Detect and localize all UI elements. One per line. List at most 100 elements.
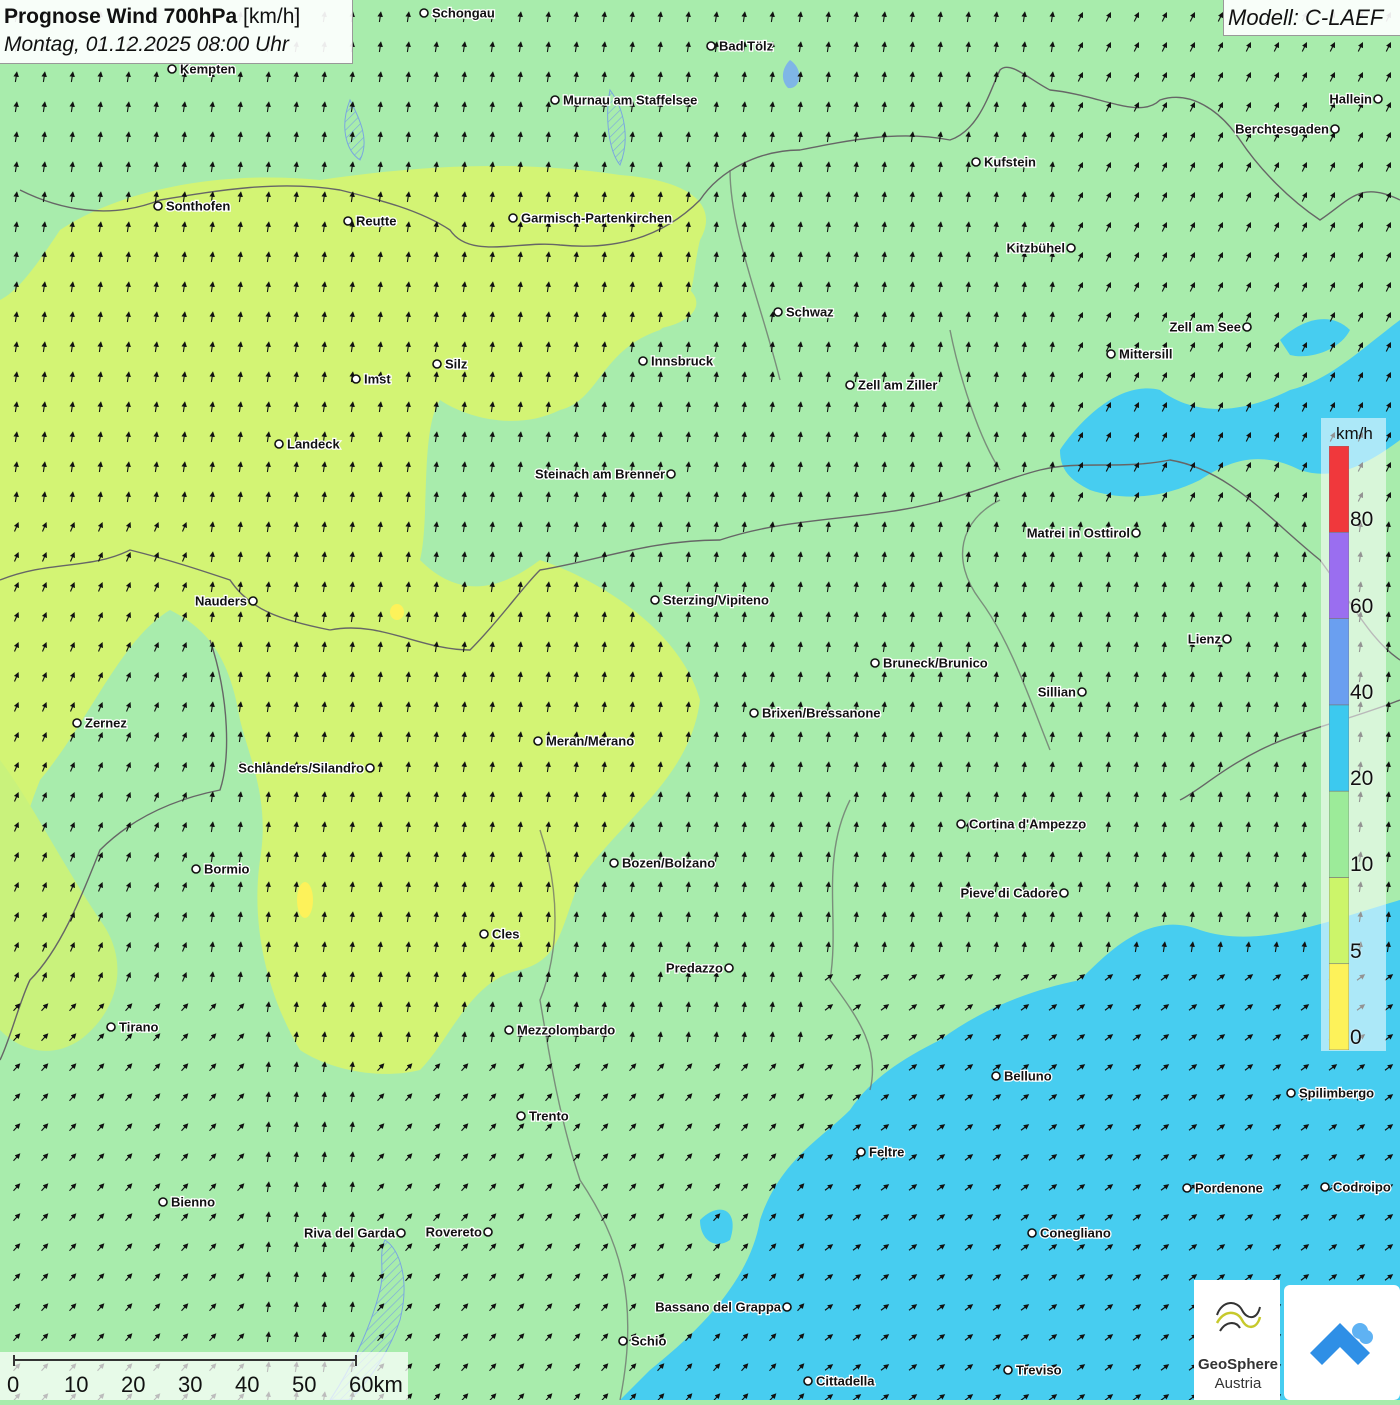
legend-unit: km/h (1336, 424, 1373, 443)
place-label: Murnau am Staffelsee (563, 93, 697, 108)
place-label: Imst (364, 372, 391, 387)
legend-tick-label: 10 (1350, 853, 1374, 877)
place-marker (971, 157, 981, 167)
app-logo-icon (1310, 1323, 1373, 1365)
legend-tick-label: 60 (1350, 594, 1374, 618)
geosphere-logo-icon (1215, 1302, 1262, 1332)
place-marker (773, 307, 783, 317)
place-marker (504, 1025, 514, 1035)
place-marker (396, 1228, 406, 1238)
place-label: Hallein (1329, 92, 1372, 107)
place-marker (650, 595, 660, 605)
place-label: Bassano del Grappa (655, 1300, 781, 1315)
place-marker (803, 1376, 813, 1386)
place-marker (153, 201, 163, 211)
place-marker (856, 1147, 866, 1157)
scale-bar (0, 1352, 408, 1400)
place-marker (1077, 687, 1087, 697)
place-marker (106, 1022, 116, 1032)
map-title-bold: Prognose Wind 700hPa (4, 5, 238, 28)
place-marker (1242, 322, 1252, 332)
legend-color-step (1329, 446, 1349, 533)
place-marker (749, 708, 759, 718)
place-marker (533, 736, 543, 746)
place-marker (618, 1336, 628, 1346)
scale-label: 50 (292, 1372, 317, 1397)
place-label: Bruneck/Brunico (883, 656, 988, 671)
place-label: Zell am Ziller (858, 378, 937, 393)
place-marker (1066, 243, 1076, 253)
place-label: Bad Tölz (719, 39, 774, 54)
place-marker (167, 64, 177, 74)
place-label: Nauders (195, 594, 247, 609)
place-label: Sonthofen (166, 199, 230, 214)
place-marker (1222, 634, 1232, 644)
place-label: Bienno (171, 1195, 215, 1210)
place-marker (550, 95, 560, 105)
place-marker (845, 380, 855, 390)
place-label: Spilimbergo (1299, 1086, 1374, 1101)
place-label: Reutte (356, 214, 396, 229)
legend-color-step (1329, 877, 1349, 965)
place-label: Schio (631, 1334, 666, 1349)
legend-color-step (1329, 790, 1349, 878)
place-label: Mittersill (1119, 347, 1172, 362)
title-box: Prognose Wind 700hPa [km/h] Montag, 01.1… (0, 0, 353, 64)
place-label: Belluno (1004, 1069, 1052, 1084)
place-label: Riva del Garda (304, 1226, 396, 1241)
place-marker (991, 1071, 1001, 1081)
legend-color-step (1329, 618, 1349, 706)
place-label: Landeck (287, 437, 341, 452)
legend-tick-label: 20 (1350, 767, 1374, 791)
place-label: Innsbruck (651, 354, 714, 369)
place-label: Kitzbühel (1007, 241, 1066, 256)
place-marker (248, 596, 258, 606)
map-title: Prognose Wind 700hPa [km/h] (4, 5, 300, 29)
scale-line (13, 1355, 357, 1366)
legend-color-step (1329, 531, 1349, 619)
place-marker (516, 1111, 526, 1121)
scale-label: 30 (178, 1372, 203, 1397)
place-marker (419, 8, 429, 18)
legend-tick-label: 0 (1350, 1026, 1362, 1049)
model-label: Modell: C-LAEF (1228, 5, 1384, 30)
place-label: Kufstein (984, 155, 1036, 170)
place-marker (870, 658, 880, 668)
app-logo[interactable] (1284, 1285, 1400, 1400)
scale-label: 40 (235, 1372, 260, 1397)
place-label: Silz (445, 357, 468, 372)
scale-label: 10 (64, 1372, 89, 1397)
place-label: Trento (529, 1109, 569, 1124)
place-label: Cles (492, 927, 519, 942)
zone-0-5-spot (297, 882, 313, 918)
place-marker (1330, 124, 1340, 134)
place-label: Treviso (1016, 1363, 1062, 1378)
place-marker (609, 858, 619, 868)
place-label: Zell am See (1169, 320, 1241, 335)
place-label: Schongau (432, 6, 495, 21)
place-label: Pieve di Cadore (960, 886, 1058, 901)
geosphere-sub: Austria (1214, 1375, 1262, 1392)
place-marker (508, 213, 518, 223)
legend-tick-label: 5 (1350, 939, 1362, 963)
place-label: Cittadella (816, 1374, 875, 1389)
place-marker (1182, 1183, 1192, 1193)
place-marker (1059, 888, 1069, 898)
place-label: Predazzo (666, 961, 723, 976)
place-label: Lienz (1188, 632, 1222, 647)
place-marker (706, 41, 716, 51)
place-label: Brixen/Bressanone (762, 706, 881, 721)
place-marker (1373, 94, 1383, 104)
place-marker (1027, 1228, 1037, 1238)
place-marker (1003, 1365, 1013, 1375)
place-label: Schwaz (786, 305, 834, 320)
place-label: Tirano (119, 1020, 159, 1035)
place-marker (782, 1302, 792, 1312)
place-marker (343, 216, 353, 226)
place-marker (191, 864, 201, 874)
scale-label: 60km (349, 1372, 403, 1397)
legend-color-step (1329, 704, 1349, 792)
place-label: Schlanders/Silandro (238, 761, 364, 776)
place-label: Garmisch-Partenkirchen (521, 211, 672, 226)
place-marker (483, 1227, 493, 1237)
